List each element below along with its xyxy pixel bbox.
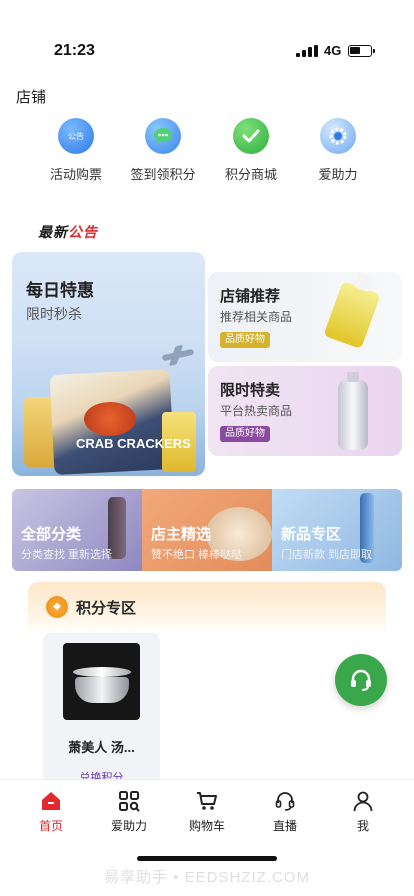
entry-label: 签到领积分 [130,167,196,182]
tab-label: 首页 [38,819,63,833]
quality-tag: 品质好物 [220,426,270,442]
crab-image [84,402,136,436]
quality-tag: 品质好物 [220,332,270,348]
pot-product-image [63,643,140,720]
tab-live[interactable]: 直播 [245,789,325,834]
entry-icon-text: 公告 [68,131,84,141]
airplane-image [161,348,195,362]
tab-me[interactable]: 我 [323,789,403,834]
flash-subtitle: 平台热卖商品 [220,404,293,418]
signal-icon [296,45,318,57]
entry-sign-in-points[interactable]: 签到领积分 [118,118,208,183]
bottom-tab-bar: 首页 爱助力 购物车 直播 我 [0,779,414,839]
tab-home[interactable]: 首页 [11,789,91,834]
tab-help[interactable]: 爱助力 [89,789,169,834]
entry-label: 爱助力 [318,167,358,182]
status-time: 21:23 [54,42,95,59]
network-type: 4G [324,43,342,58]
category-subtitle: 赞不绝口 棒棒哒哒 [151,549,243,561]
tab-label: 我 [356,819,369,833]
battery-icon [348,45,375,57]
category-subtitle: 分类查找 重新选择 [21,549,113,561]
recommend-subtitle: 推荐相关商品 [220,310,293,324]
entry-points-mall[interactable]: 积分商城 [206,118,296,183]
entry-help[interactable]: 爱助力 [293,118,383,183]
crackers-brand-text: CRAB CRACKERS [76,436,191,451]
megaphone-icon: 公告 [58,118,94,154]
daily-deals-subtitle: 限时秒杀 [26,306,82,322]
category-subtitle: 门店新款 到店即取 [281,549,373,561]
points-badge-icon: ◆ [46,596,68,618]
category-title: 新品专区 [281,526,342,543]
home-icon [39,789,63,813]
points-product-card[interactable]: 萧美人 汤... 兑换积分 [43,633,160,783]
shop-title: 店铺 [16,89,47,106]
serum-bottle-image [323,280,381,350]
category-owner-picks[interactable]: 店主精选 赞不绝口 棒棒哒哒 [142,489,272,571]
category-title: 店主精选 [151,526,212,543]
scan-grid-icon [117,789,141,813]
category-all[interactable]: 全部分类 分类查找 重新选择 [12,489,142,571]
daily-deals-card[interactable]: 每日特惠 限时秒杀 CRAB CRACKERS [12,252,205,476]
flash-title: 限时特卖 [220,382,281,399]
recommend-title: 店铺推荐 [220,288,281,305]
home-indicator[interactable] [137,856,277,861]
logo-black-text: 最新 [38,225,68,241]
perfume-bottle-image [338,372,368,450]
entry-activity-tickets[interactable]: 公告 活动购票 [31,118,121,183]
tab-label: 购物车 [188,819,225,833]
cart-icon [195,789,219,813]
customer-service-button[interactable] [335,654,387,706]
quick-entries: 公告 活动购票 签到领积分 积分商城 爱助力 [0,118,414,188]
gear-icon [320,118,356,154]
product-name: 萧美人 汤... [68,740,135,755]
watermark-text: 易享助手 • EEDSHZIZ.COM [104,869,310,886]
check-badge-icon [233,118,269,154]
pot-image [73,667,131,703]
category-title: 全部分类 [21,526,82,543]
status-bar: 21:23 4G [0,0,414,60]
tab-label: 爱助力 [110,819,147,833]
flash-sale-card[interactable]: 限时特卖 平台热卖商品 品质好物 [208,366,402,456]
user-icon [351,789,375,813]
entry-label: 活动购票 [49,167,102,182]
latest-announcement-logo[interactable]: 最新公告 [38,222,98,242]
headset-icon [273,789,297,813]
logo-red-text: 公告 [68,225,98,241]
entry-label: 积分商城 [224,167,277,182]
store-recommend-card[interactable]: 店铺推荐 推荐相关商品 品质好物 [208,272,402,362]
chat-bubble-icon [145,118,181,154]
points-zone-header: ◆ 积分专区 [28,582,386,634]
daily-deals-title: 每日特惠 [26,281,94,300]
tab-label: 直播 [272,819,297,833]
category-new-arrivals[interactable]: 新品专区 门店新款 到店即取 [272,489,402,571]
headset-icon [351,669,371,691]
tab-cart[interactable]: 购物车 [167,789,247,834]
points-zone-title: 积分专区 [76,600,137,617]
